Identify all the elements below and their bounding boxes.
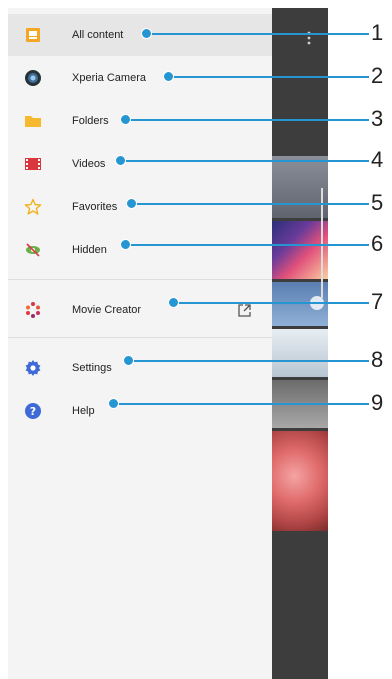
callout-dot — [168, 297, 179, 308]
navigation-drawer: All content Xperia Camera Folders Videos… — [8, 8, 273, 679]
menu-item-movie-creator[interactable]: Movie Creator — [8, 289, 272, 331]
menu-item-folders[interactable]: Folders — [8, 100, 272, 142]
photo-thumbnail[interactable] — [272, 156, 328, 218]
callout-number: 8 — [371, 347, 384, 372]
callout-line — [125, 119, 369, 121]
help-icon: ? — [24, 402, 42, 420]
callout-dot — [120, 239, 131, 250]
callout-number: 9 — [371, 390, 384, 415]
menu-divider — [8, 337, 272, 338]
menu-item-xperia-camera[interactable]: Xperia Camera — [8, 57, 272, 99]
menu-item-videos[interactable]: Videos — [8, 143, 272, 185]
callout-line — [131, 203, 369, 205]
gear-icon — [24, 359, 42, 377]
menu-item-label: All content — [72, 29, 124, 41]
menu-item-label: Xperia Camera — [72, 72, 146, 84]
hidden-eye-icon — [24, 241, 42, 259]
menu-item-label: Videos — [72, 158, 106, 170]
callout-dot — [163, 71, 174, 82]
photo-thumbnail[interactable] — [272, 431, 328, 531]
menu-item-all-content[interactable]: All content — [8, 14, 272, 56]
callout-line — [173, 302, 369, 304]
all-content-icon — [24, 26, 42, 44]
menu-item-label: Help — [72, 405, 95, 417]
callout-dot — [115, 155, 126, 166]
menu-item-help[interactable]: ? Help — [8, 390, 272, 432]
callout-dot — [120, 114, 131, 125]
callout-line — [125, 244, 369, 246]
movie-creator-icon — [24, 301, 42, 319]
menu-item-label: Movie Creator — [72, 304, 142, 316]
video-thumbnail[interactable] — [272, 282, 328, 326]
callout-number: 4 — [371, 147, 384, 172]
menu-item-label: Favorites — [72, 201, 118, 213]
menu-item-hidden[interactable]: Hidden — [8, 229, 272, 271]
callout-line — [146, 33, 369, 35]
callout-dot — [108, 398, 119, 409]
film-icon — [24, 155, 42, 173]
callout-line — [120, 160, 369, 162]
callout-dot — [141, 28, 152, 39]
external-open-icon[interactable] — [237, 303, 252, 318]
callout-number: 1 — [371, 20, 384, 45]
callout-line — [168, 76, 369, 78]
menu-item-favorites[interactable]: Favorites — [8, 186, 272, 228]
callout-number: 2 — [371, 63, 384, 88]
callout-number: 6 — [371, 231, 384, 256]
callout-dot — [126, 198, 137, 209]
phone-screen: All content Xperia Camera Folders Videos… — [8, 8, 328, 679]
star-icon — [24, 198, 42, 216]
callout-number: 5 — [371, 190, 384, 215]
folder-icon — [24, 112, 42, 130]
callout-dot — [123, 355, 134, 366]
gallery-background — [272, 8, 328, 679]
scrollbar[interactable] — [321, 188, 323, 298]
callout-number: 3 — [371, 106, 384, 131]
menu-item-label: Hidden — [72, 244, 107, 256]
menu-item-label: Settings — [72, 362, 112, 374]
callout-line — [128, 360, 369, 362]
photo-thumbnail[interactable] — [272, 221, 328, 279]
camera-icon — [24, 69, 42, 87]
callout-number: 7 — [371, 289, 384, 314]
photo-thumbnail[interactable] — [272, 329, 328, 377]
menu-item-settings[interactable]: Settings — [8, 347, 272, 389]
callout-line — [113, 403, 369, 405]
menu-item-label: Folders — [72, 115, 109, 127]
menu-divider — [8, 279, 272, 280]
svg-text:?: ? — [30, 405, 36, 418]
